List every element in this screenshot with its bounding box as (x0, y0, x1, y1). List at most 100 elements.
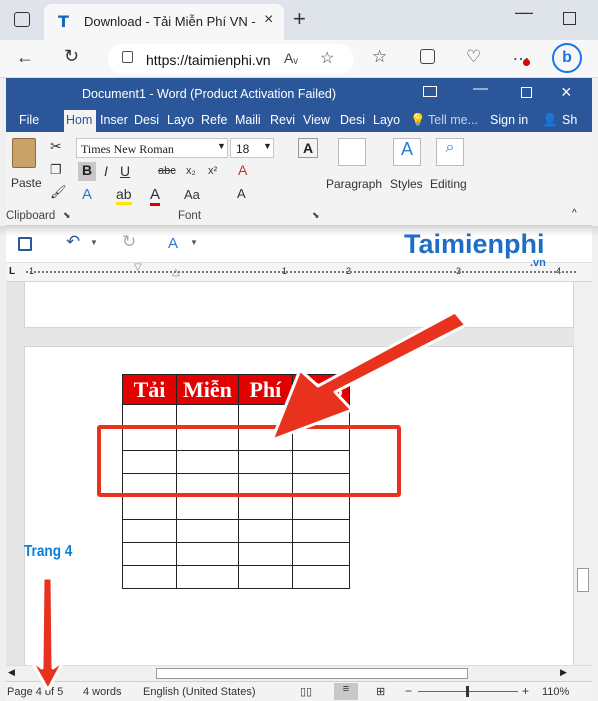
tab-selector-icon[interactable]: L (9, 266, 15, 277)
table-cell[interactable] (176, 496, 239, 520)
tab-actions-icon[interactable] (14, 12, 30, 27)
table-cell[interactable] (237, 519, 293, 543)
hscroll-thumb[interactable] (156, 668, 468, 679)
tab-home[interactable]: Hom (64, 110, 96, 132)
table-cell[interactable] (237, 542, 293, 566)
table-header-cell[interactable]: 2023 (291, 374, 350, 405)
font-size-box[interactable]: 18 ▼ (230, 138, 274, 158)
editing-search-icon[interactable]: ⌕ (436, 138, 464, 166)
word-close-icon[interactable]: × (561, 82, 572, 103)
grow-font-icon[interactable]: Aa (184, 187, 200, 202)
cut-icon[interactable]: ✂ (50, 138, 62, 155)
collections-icon[interactable] (420, 49, 435, 64)
copy-icon[interactable]: ❐ (50, 162, 62, 178)
tab-table-layout[interactable]: Layo (373, 113, 402, 127)
clear-formatting-icon[interactable]: A (238, 162, 247, 178)
customize-qat-icon[interactable]: ▼ (190, 238, 198, 247)
table-cell[interactable] (291, 542, 350, 566)
clipboard-launcher-icon[interactable]: ⬊ (63, 210, 71, 221)
font-name-box[interactable]: Times New Roman ▼ (76, 138, 228, 158)
scroll-left-icon[interactable]: ◀ (8, 667, 15, 678)
minimize-icon[interactable]: — (515, 2, 533, 23)
new-tab-icon[interactable]: + (293, 6, 306, 32)
ribbon-display-icon[interactable] (423, 86, 437, 97)
add-favorite-icon[interactable]: ☆ (320, 48, 334, 68)
collapse-ribbon-icon[interactable]: ^ (572, 208, 577, 219)
paragraph-button[interactable]: Paragraph (326, 177, 382, 191)
language-status[interactable]: English (United States) (143, 686, 256, 698)
subscript-icon[interactable]: x₂ (186, 165, 196, 177)
undo-icon[interactable]: ↶ (66, 232, 80, 252)
scroll-right-icon[interactable]: ▶ (560, 667, 567, 678)
word-minimize-icon[interactable]: — (473, 80, 488, 97)
strikethrough-icon[interactable]: abc (158, 165, 176, 177)
redo-icon[interactable]: ↻ (122, 232, 136, 252)
web-layout-icon[interactable]: ⊞ (376, 685, 385, 698)
tell-me-input[interactable]: Tell me... (428, 113, 478, 127)
font-launcher-icon[interactable]: ⬊ (312, 210, 320, 221)
paste-icon[interactable] (12, 138, 36, 168)
read-mode-icon[interactable]: ▯▯ (300, 685, 312, 698)
underline-icon[interactable]: U (120, 163, 130, 179)
tab-table-design[interactable]: Desi (340, 113, 367, 127)
share-icon[interactable]: 👤 (542, 113, 558, 128)
table-cell[interactable] (176, 542, 239, 566)
tab-insert[interactable]: Inser (100, 113, 130, 127)
table-cell[interactable] (176, 519, 239, 543)
tab-review[interactable]: Revi (270, 113, 298, 127)
table-header-cell[interactable]: Tải (122, 374, 177, 405)
styles-icon[interactable]: A (393, 138, 421, 166)
word-count[interactable]: 4 words (83, 686, 122, 698)
table-cell[interactable] (291, 565, 350, 589)
vertical-scrollbar[interactable] (574, 282, 592, 665)
table-header-cell[interactable]: Miễn (176, 374, 239, 405)
tab-view[interactable]: View (303, 113, 333, 127)
shrink-font-icon[interactable]: A (237, 186, 246, 201)
table-cell[interactable] (237, 565, 293, 589)
font-size-dropdown-icon[interactable]: ▼ (263, 141, 272, 151)
zoom-level[interactable]: 110% (542, 686, 569, 698)
profile-icon[interactable]: ♡ (466, 47, 481, 67)
tab-references[interactable]: Refe (201, 113, 229, 127)
favorites-icon[interactable]: ☆ (372, 47, 387, 67)
table-cell[interactable] (291, 519, 350, 543)
tab-layout[interactable]: Layo (167, 113, 195, 127)
table-cell[interactable] (122, 519, 177, 543)
zoom-out-button[interactable]: − (405, 684, 412, 698)
paste-button[interactable]: Paste (11, 176, 42, 190)
table-cell[interactable] (237, 496, 293, 520)
table-cell[interactable] (291, 496, 350, 520)
highlight-icon[interactable]: ab (116, 186, 132, 205)
browser-tab[interactable]: T Download - Tải Miễn Phí VN - Ph × (44, 4, 284, 40)
italic-icon[interactable]: I (104, 163, 108, 179)
undo-dropdown-icon[interactable]: ▼ (90, 238, 98, 247)
paragraph-icon[interactable] (338, 138, 366, 166)
change-case-icon[interactable]: A (298, 138, 318, 158)
print-layout-icon[interactable]: ≡ (334, 683, 358, 700)
tab-file[interactable]: File (19, 113, 39, 127)
scroll-thumb[interactable] (577, 568, 589, 592)
bing-icon[interactable]: b (552, 43, 582, 73)
table-cell[interactable] (176, 565, 239, 589)
styles-button[interactable]: Styles (390, 177, 423, 191)
tab-close-icon[interactable]: × (264, 11, 273, 29)
zoom-in-button[interactable]: + (522, 684, 529, 698)
back-arrow-icon[interactable]: ← (16, 47, 34, 68)
bold-icon[interactable]: B (78, 162, 96, 181)
address-bar[interactable]: https://taimienphi.vn Aᵥ ☆ (108, 44, 354, 74)
page-count[interactable]: Page 4 of 5 (7, 686, 63, 698)
zoom-slider-thumb[interactable] (466, 686, 469, 697)
editing-button[interactable]: Editing (430, 177, 467, 191)
tab-mailings[interactable]: Maili (235, 113, 264, 127)
read-aloud-icon[interactable]: Aᵥ (284, 50, 298, 66)
refresh-icon[interactable]: ↻ (64, 46, 79, 67)
tab-design[interactable]: Desi (134, 113, 161, 127)
horizontal-scrollbar[interactable]: ◀ ▶ (6, 665, 592, 681)
sign-in-link[interactable]: Sign in (490, 113, 528, 127)
share-button[interactable]: Sh (562, 113, 577, 127)
format-painter-icon[interactable]: 🖌 (50, 184, 67, 200)
save-icon[interactable] (18, 237, 32, 251)
restore-icon[interactable] (563, 12, 576, 25)
table-cell[interactable] (122, 496, 177, 520)
font-color-icon[interactable]: A (150, 186, 161, 206)
